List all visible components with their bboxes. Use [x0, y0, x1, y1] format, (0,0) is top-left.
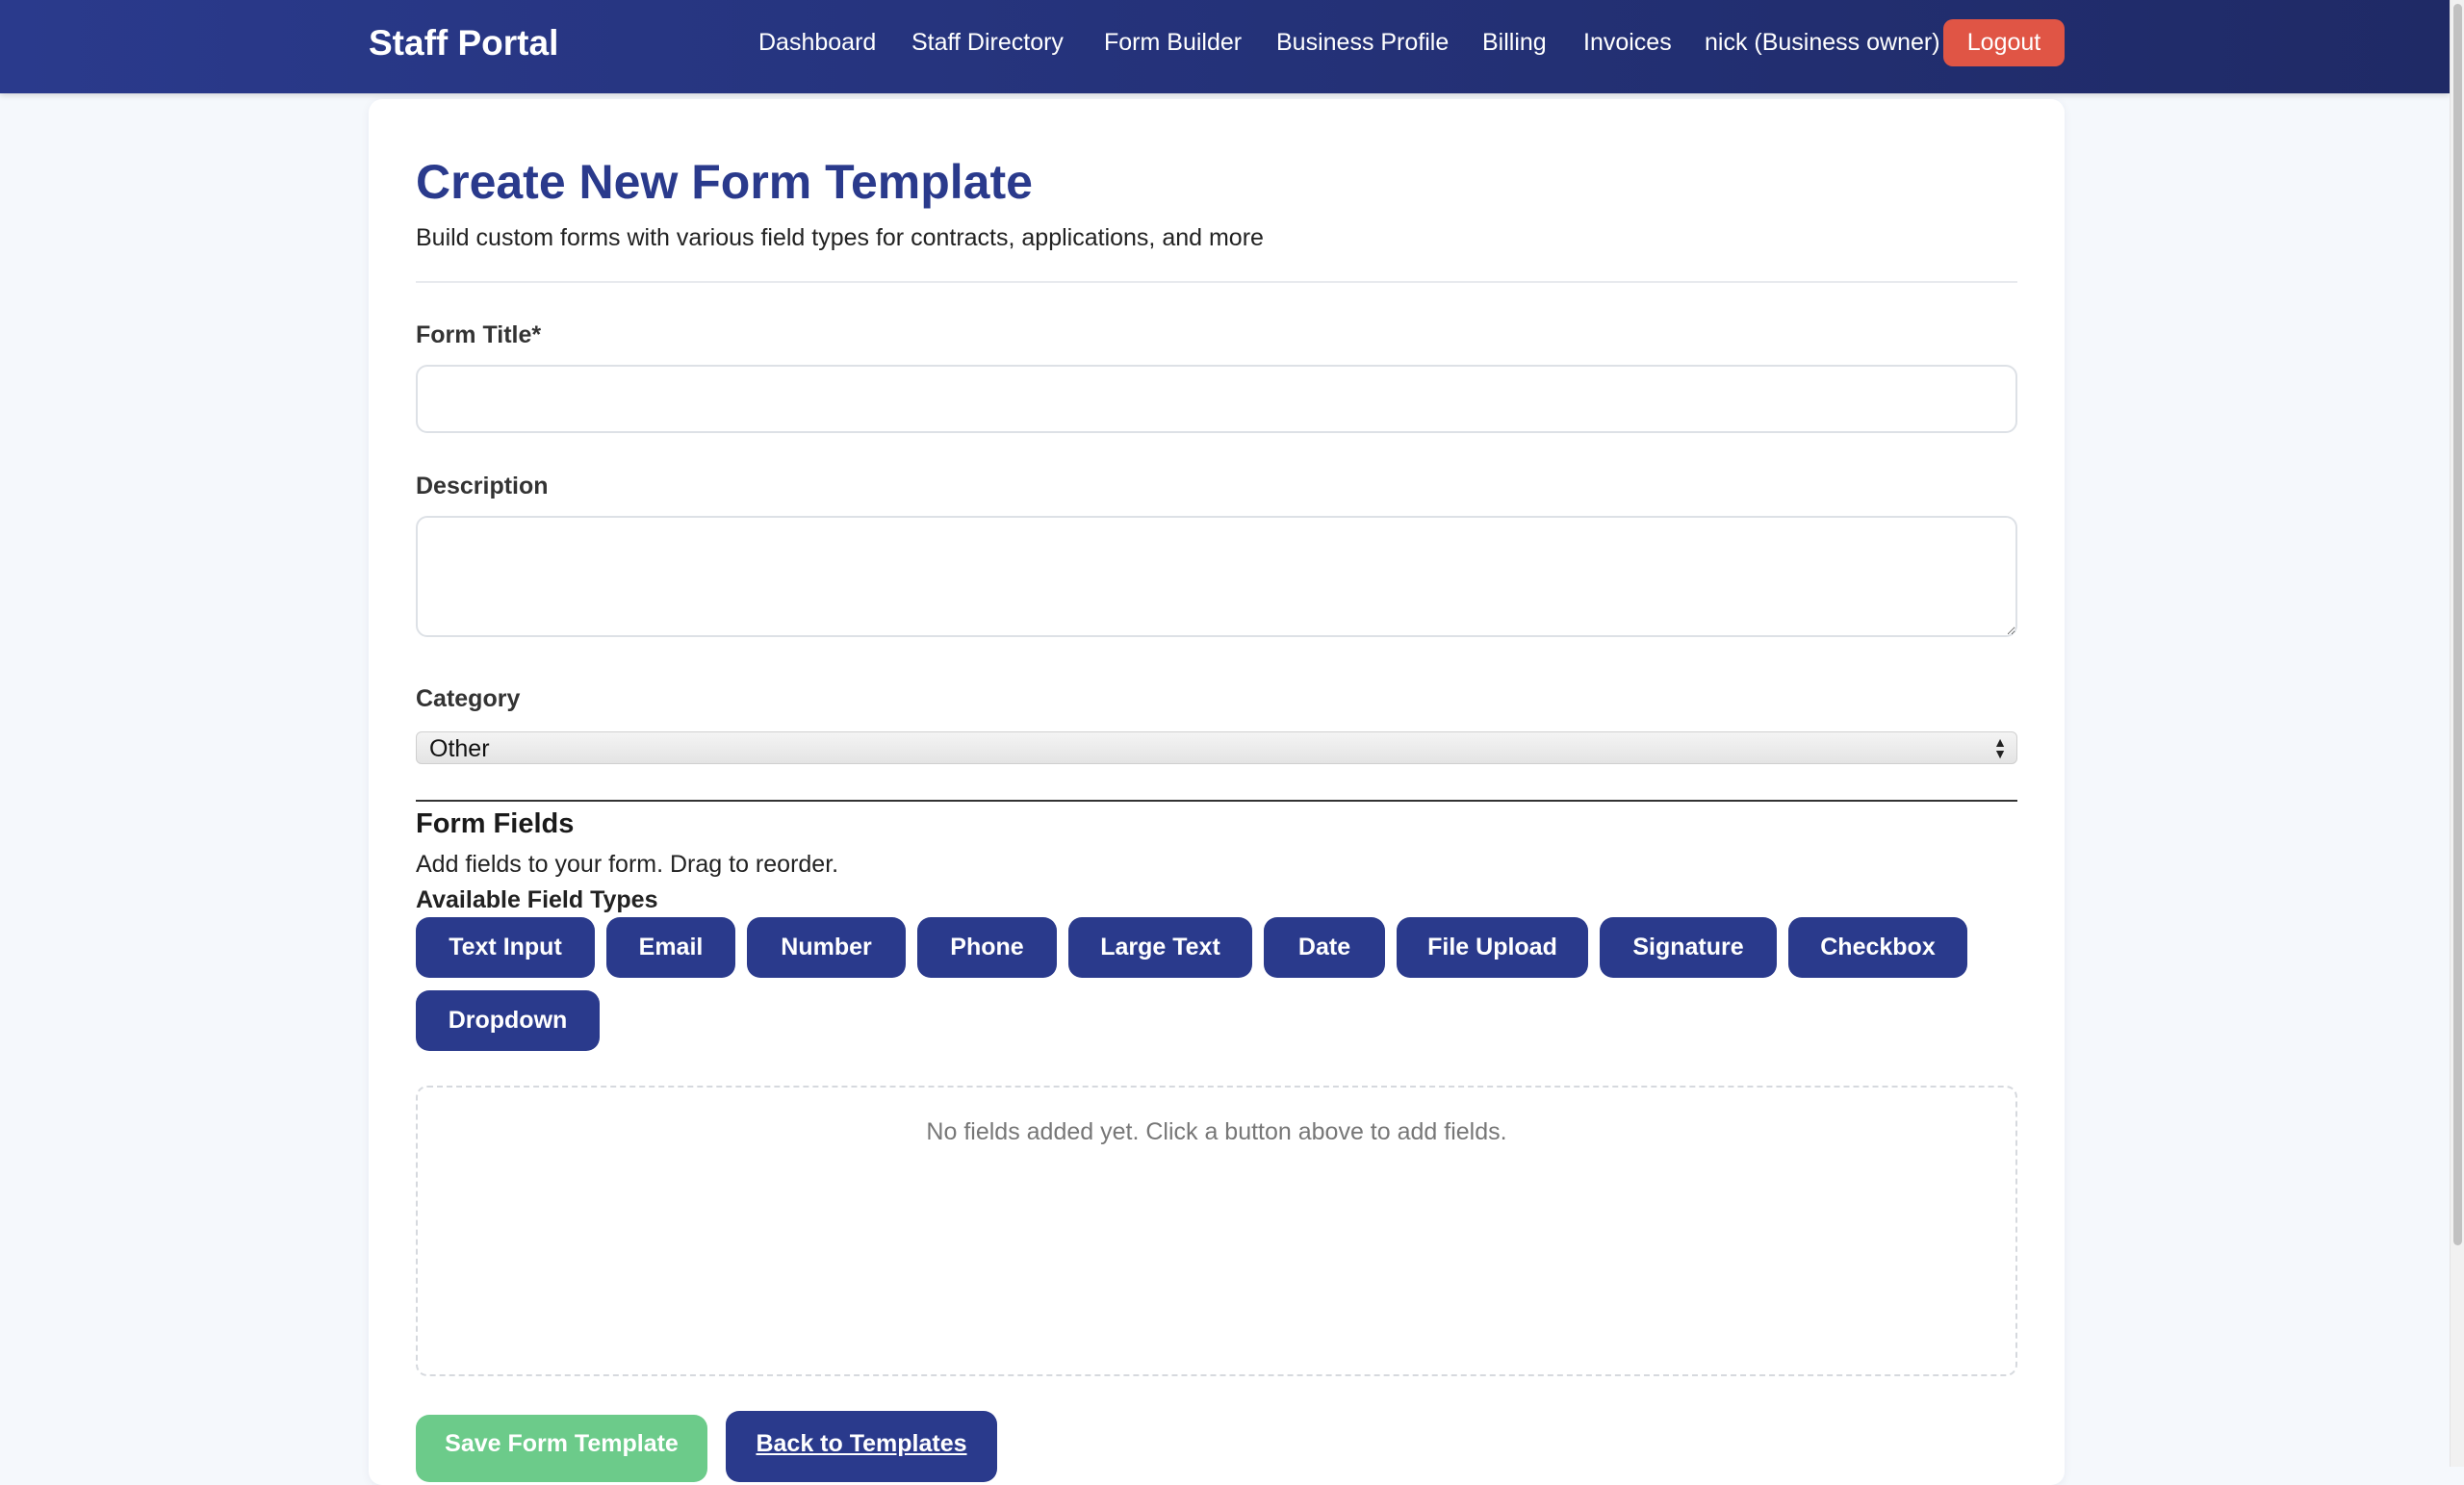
- empty-fields-message: No fields added yet. Click a button abov…: [926, 1118, 1507, 1145]
- category-select[interactable]: Other ▲ ▼: [416, 731, 2017, 764]
- add-phone-button[interactable]: Phone: [917, 917, 1057, 978]
- nav-link-form-builder[interactable]: Form Builder: [1104, 29, 1242, 57]
- form-fields-title: Form Fields: [416, 808, 575, 839]
- category-selected-value: Other: [429, 735, 490, 762]
- top-navbar: Staff Portal Dashboard Staff Directory F…: [0, 0, 2450, 93]
- add-dropdown-button[interactable]: Dropdown: [416, 990, 600, 1051]
- nav-link-invoices[interactable]: Invoices: [1583, 29, 1672, 57]
- brand-logo[interactable]: Staff Portal: [369, 23, 558, 64]
- nav-link-billing[interactable]: Billing: [1482, 29, 1547, 57]
- page-title: Create New Form Template: [416, 155, 1033, 209]
- category-label: Category: [416, 685, 521, 712]
- nav-link-staff-directory[interactable]: Staff Directory: [911, 29, 1064, 57]
- form-title-label: Form Title*: [416, 321, 542, 348]
- current-user: nick (Business owner): [1705, 29, 1940, 56]
- header-divider: [416, 281, 2017, 283]
- logout-button[interactable]: Logout: [1943, 19, 2065, 66]
- add-signature-button[interactable]: Signature: [1600, 917, 1777, 978]
- description-textarea[interactable]: [416, 516, 2017, 637]
- select-arrows-icon: ▲ ▼: [1993, 734, 2007, 761]
- form-fields-description: Add fields to your form. Drag to reorder…: [416, 851, 839, 878]
- description-label: Description: [416, 473, 549, 499]
- page-scrollbar[interactable]: [2450, 0, 2464, 1467]
- save-form-template-button[interactable]: Save Form Template: [416, 1415, 707, 1482]
- add-large-text-button[interactable]: Large Text: [1068, 917, 1252, 978]
- nav-link-business-profile[interactable]: Business Profile: [1276, 29, 1449, 57]
- add-date-button[interactable]: Date: [1264, 917, 1385, 978]
- page-subtitle: Build custom forms with various field ty…: [416, 224, 1264, 251]
- form-title-input[interactable]: [416, 365, 2017, 433]
- add-email-button[interactable]: Email: [606, 917, 735, 978]
- add-checkbox-button[interactable]: Checkbox: [1788, 917, 1967, 978]
- add-text-input-button[interactable]: Text Input: [416, 917, 595, 978]
- add-number-button[interactable]: Number: [747, 917, 906, 978]
- section-divider: [416, 800, 2017, 802]
- fields-dropzone[interactable]: No fields added yet. Click a button abov…: [416, 1086, 2017, 1376]
- back-to-templates-link[interactable]: Back to Templates: [726, 1411, 997, 1482]
- add-file-upload-button[interactable]: File Upload: [1397, 917, 1588, 978]
- available-field-types-label: Available Field Types: [416, 886, 658, 913]
- scrollbar-thumb[interactable]: [2453, 4, 2462, 1245]
- nav-link-dashboard[interactable]: Dashboard: [758, 29, 876, 57]
